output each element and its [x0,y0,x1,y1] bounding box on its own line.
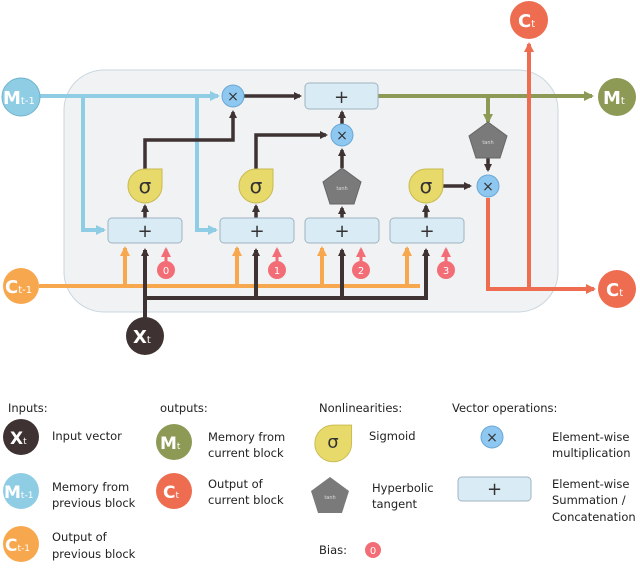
svg-text:+: + [137,221,152,242]
legend-vector-ops-heading: Vector operations: [452,401,557,415]
svg-text:Memory from: Memory from [52,480,129,494]
sum-node-1: + [219,217,295,244]
svg-text:multiplication: multiplication [552,446,630,460]
sum-node-0: + [107,217,183,244]
legend-tanh: tanh Hyperbolic tangent [311,477,434,513]
output-mult-node: × [476,174,500,198]
svg-text:Concatenation: Concatenation [552,510,636,524]
sigmoid-gate-3: σ [408,168,444,204]
svg-text:Bias:: Bias: [319,543,347,557]
svg-text:Sigmoid: Sigmoid [369,429,416,443]
svg-text:σ: σ [139,174,152,198]
memory-prev-node: Mt-1 [1,77,41,117]
legend-memory-out: Mt Memory from current block [156,424,285,460]
cell-out-node-right: Ct [598,270,636,308]
legend: Inputs: Xt Input vector Mt-1 Memory from… [3,401,636,562]
input-node: Xt [126,317,164,355]
sigmoid-gate-0: σ [127,168,163,204]
svg-text:+: + [487,479,502,500]
svg-text:0: 0 [370,546,376,557]
legend-inputs-heading: Inputs: [8,401,48,415]
sum-node-3: + [389,217,465,244]
svg-text:previous block: previous block [52,547,136,561]
svg-text:Output of: Output of [52,530,108,544]
svg-text:tanh: tanh [482,140,493,146]
legend-mult: × Element-wise multiplication [480,425,630,460]
memory-out-node: Mt [598,78,636,116]
svg-text:+: + [334,221,349,242]
svg-text:×: × [486,430,498,446]
svg-text:1: 1 [274,266,280,277]
legend-bias: Bias: 0 [319,542,381,558]
bias-0: 0 [157,261,175,279]
svg-text:tangent: tangent [372,497,418,511]
legend-cell-prev: Ct-1 Output of previous block [3,526,136,562]
legend-sum: + Element-wise Summation / Concatenation [457,476,636,524]
svg-text:tanh: tanh [336,186,347,192]
legend-sigmoid: σ Sigmoid [314,424,416,463]
svg-text:Memory from: Memory from [208,430,285,444]
svg-text:Element-wise: Element-wise [552,477,629,491]
svg-text:+: + [419,221,434,242]
svg-text:2: 2 [358,266,364,277]
legend-input-vector: Xt Input vector [3,419,122,455]
sum-node-2: + [304,217,380,244]
cell-out-node-top: Ct [510,1,548,39]
svg-text:Input vector: Input vector [52,429,122,443]
svg-text:tanh: tanh [324,495,335,501]
bias-2: 2 [352,261,370,279]
legend-nonlinearities-heading: Nonlinearities: [319,401,402,415]
svg-text:Hyperbolic: Hyperbolic [372,481,434,495]
svg-text:×: × [336,128,348,144]
svg-text:+: + [334,87,349,108]
svg-text:×: × [227,89,239,105]
lstm-diagram: × + × × σ σ σ tanh tanh + + + + 0 1 2 3 … [1,1,636,562]
legend-outputs-heading: outputs: [160,401,208,415]
svg-text:Summation /: Summation / [552,493,626,507]
svg-text:Element-wise: Element-wise [552,430,629,444]
svg-text:3: 3 [443,266,449,277]
legend-cell-out: Ct Output of current block [156,473,284,509]
bias-3: 3 [437,261,455,279]
sigmoid-gate-1: σ [238,168,274,204]
svg-text:current block: current block [208,493,284,507]
svg-text:σ: σ [250,174,263,198]
legend-memory-prev: Mt-1 Memory from previous block [3,473,136,510]
cell-prev-node: Ct-1 [3,268,39,304]
bias-1: 1 [268,261,286,279]
svg-text:current block: current block [208,446,284,460]
svg-text:+: + [249,221,264,242]
svg-text:σ: σ [327,432,338,453]
svg-text:previous block: previous block [52,496,136,510]
svg-text:0: 0 [163,266,169,277]
memory-sum-node: + [304,82,379,110]
input-mult-node: × [330,123,354,147]
forget-mult-node: × [221,84,245,108]
svg-text:σ: σ [420,174,433,198]
svg-text:×: × [482,179,494,195]
svg-text:Output of: Output of [208,477,264,491]
